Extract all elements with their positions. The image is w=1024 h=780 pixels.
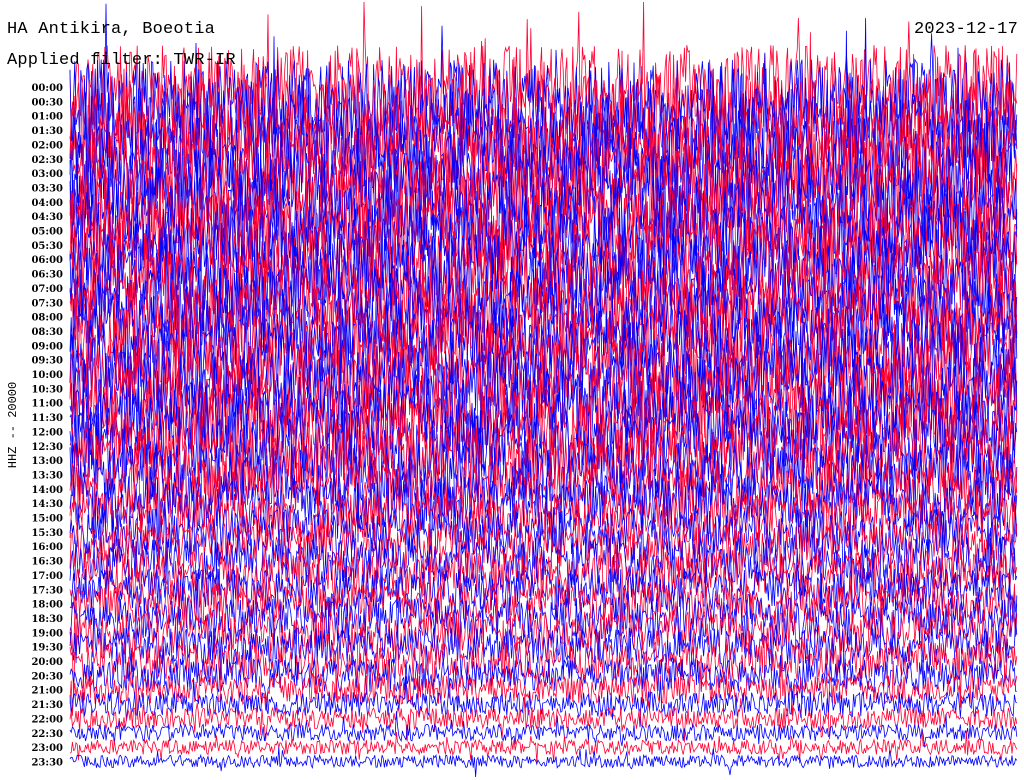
time-tick-label: 18:00 (31, 600, 63, 611)
time-tick-label: 00:00 (31, 83, 63, 94)
time-tick-label: 22:00 (31, 714, 63, 725)
time-tick-label: 18:30 (31, 614, 63, 625)
time-tick-label: 20:00 (31, 657, 63, 668)
time-tick-label: 04:00 (31, 198, 63, 209)
time-tick-label: 16:30 (31, 557, 63, 568)
time-tick-label: 21:00 (31, 686, 63, 697)
time-tick-label: 17:00 (31, 571, 63, 582)
time-tick-label: 11:00 (31, 399, 63, 410)
time-tick-labels: 00:00 00:30 01:00 01:30 02:00 02:30 03:00 03:30… (31, 83, 63, 768)
time-tick-label: 19:30 (31, 643, 63, 654)
time-tick-label: 12:30 (31, 442, 63, 453)
time-tick-label: 00:30 (31, 97, 63, 108)
time-tick-label: 15:30 (31, 528, 63, 539)
trace-line-2200 (69, 693, 1018, 743)
time-tick-label: 17:30 (31, 585, 63, 596)
time-tick-label: 15:00 (31, 514, 63, 525)
time-tick-label: 10:00 (31, 370, 63, 381)
time-tick-label: 07:30 (31, 298, 63, 309)
time-tick-label: 23:00 (31, 743, 63, 754)
time-tick-label: 21:30 (31, 700, 63, 711)
time-tick-label: 07:00 (31, 284, 63, 295)
time-tick-label: 13:00 (31, 456, 63, 467)
time-tick-label: 12:00 (31, 427, 63, 438)
time-tick-label: 22:30 (31, 729, 63, 740)
helicorder-plot: 00:00 00:30 01:00 01:30 02:00 02:30 03:00 03:30… (31, 1, 1018, 778)
time-tick-label: 04:30 (31, 212, 63, 223)
time-tick-label: 06:30 (31, 270, 63, 281)
time-tick-label: 09:00 (31, 341, 63, 352)
trace-layer (69, 1, 1018, 778)
y-axis-label: HHZ -- 20000 (6, 381, 20, 469)
time-tick-label: 06:00 (31, 255, 63, 266)
time-tick-label: 20:30 (31, 671, 63, 682)
time-tick-label: 19:00 (31, 628, 63, 639)
time-tick-label: 16:00 (31, 542, 63, 553)
time-tick-label: 01:00 (31, 112, 63, 123)
time-tick-label: 03:30 (31, 183, 63, 194)
time-tick-label: 08:30 (31, 327, 63, 338)
time-tick-label: 14:30 (31, 499, 63, 510)
time-tick-label: 05:30 (31, 241, 63, 252)
time-tick-label: 08:00 (31, 313, 63, 324)
time-tick-label: 02:30 (31, 155, 63, 166)
time-tick-label: 03:00 (31, 169, 63, 180)
time-tick-label: 10:30 (31, 384, 63, 395)
time-tick-label: 14:00 (31, 485, 63, 496)
filter-label: Applied filter: TWR-IR (7, 51, 236, 70)
time-tick-label: 13:30 (31, 470, 63, 481)
time-tick-label: 01:30 (31, 126, 63, 137)
time-tick-label: 05:00 (31, 227, 63, 238)
time-tick-label: 02:00 (31, 140, 63, 151)
station-title: HA Antikira, Boeotia (7, 20, 216, 39)
date-label: 2023-12-17 (913, 20, 1018, 39)
time-tick-label: 23:30 (31, 757, 63, 768)
time-tick-label: 09:30 (31, 356, 63, 367)
time-tick-label: 11:30 (31, 413, 63, 424)
